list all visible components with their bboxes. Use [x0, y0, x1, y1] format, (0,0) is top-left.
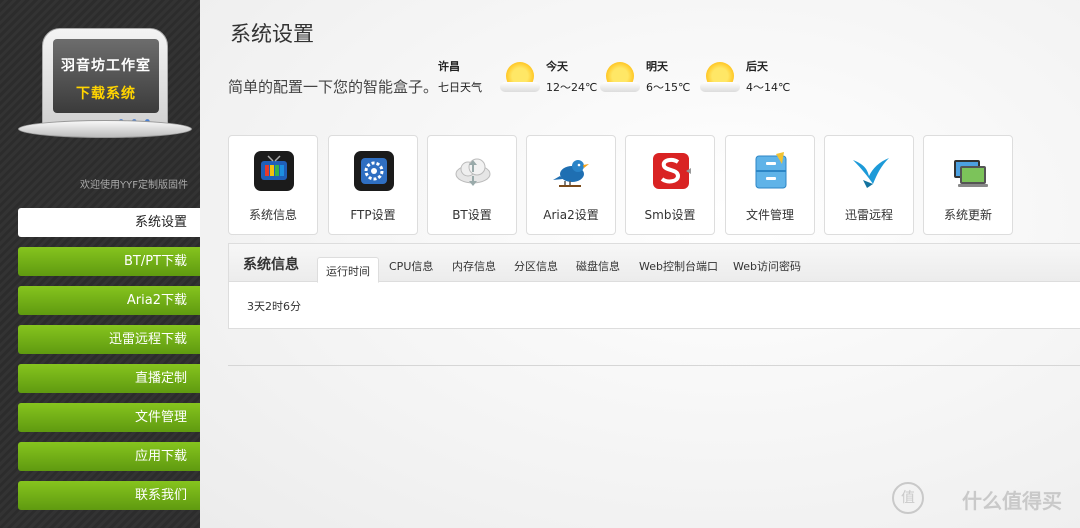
smb-icon: [653, 153, 691, 189]
tile-system-info[interactable]: 系统信息: [228, 135, 318, 235]
watermark-text: 什么值得买: [962, 489, 1062, 513]
cloud-shape: [700, 82, 740, 92]
tv-logo-screen: 羽音坊工作室 下载系统: [53, 39, 159, 113]
sidebar-item-live-custom[interactable]: 直播定制: [18, 364, 201, 393]
tile-ftp-settings[interactable]: FTP设置: [328, 135, 418, 235]
tile-smb-settings[interactable]: Smb设置: [625, 135, 715, 235]
uptime-value: 3天2时6分: [247, 300, 301, 313]
weather-day-name: 明天: [646, 60, 668, 73]
main-content: 系统设置 简单的配置一下您的智能盒子。 许昌 七日天气 今天 12～24℃ 明天…: [200, 0, 1080, 528]
cloud-icon: [455, 158, 491, 186]
logo-line2: 下载系统: [76, 86, 136, 102]
weather-day-today: 今天 12～24℃: [500, 58, 606, 98]
page-title: 系统设置: [230, 22, 314, 46]
divider: [228, 365, 1080, 366]
update-icon: [954, 160, 988, 187]
tab-disk-info[interactable]: 磁盘信息: [576, 258, 620, 274]
tile-label: BT设置: [452, 208, 492, 222]
cloud-shape: [500, 82, 540, 92]
weather-day-tomorrow: 明天 6～15℃: [600, 58, 706, 98]
tab-web-console-port[interactable]: Web控制台端口: [639, 258, 718, 274]
tile-system-update[interactable]: 系统更新: [923, 135, 1013, 235]
sidebar-item-system-settings[interactable]: 系统设置: [18, 208, 201, 237]
sidebar: 羽音坊工作室 下载系统 ● ● ● 欢迎使用YYF定制版固件 系统设置 BT/P…: [0, 0, 201, 528]
tab-memory-info[interactable]: 内存信息: [452, 258, 496, 274]
sidebar-item-app-download[interactable]: 应用下载: [18, 442, 201, 471]
tab-cpu-info[interactable]: CPU信息: [389, 258, 433, 274]
weather-day-temp: 12～24℃: [546, 81, 598, 94]
tile-label: Smb设置: [644, 208, 696, 222]
thunder-bird-icon: [853, 158, 889, 188]
tv-logo-body: 羽音坊工作室 下载系统 ● ● ●: [42, 28, 168, 132]
cloud-shape: [600, 82, 640, 92]
weather-day-temp: 6～15℃: [646, 81, 691, 94]
weather-city: 许昌: [438, 60, 460, 73]
sidebar-item-file-manager[interactable]: 文件管理: [18, 403, 201, 432]
watermark-logo-icon: 值: [892, 482, 924, 514]
weather-day-temp: 4～14℃: [746, 81, 791, 94]
gear-icon: [354, 151, 394, 191]
weather-day-after-tomorrow: 后天 4～14℃: [700, 58, 806, 98]
folder-icon: [755, 152, 787, 189]
logo: 羽音坊工作室 下载系统 ● ● ●: [18, 22, 192, 140]
system-info-panel: 系统信息 运行时间 CPU信息 内存信息 分区信息 磁盘信息 Web控制台端口 …: [228, 243, 1080, 329]
tile-label: FTP设置: [350, 208, 396, 222]
welcome-text: 欢迎使用YYF定制版固件: [80, 180, 188, 191]
weather-day-name: 今天: [546, 60, 568, 73]
page-subtitle: 简单的配置一下您的智能盒子。: [228, 78, 439, 96]
panel-title: 系统信息: [243, 257, 299, 273]
tile-label: Aria2设置: [543, 208, 599, 222]
tv-info-icon: [254, 151, 294, 191]
weather-day-name: 后天: [746, 60, 768, 73]
tile-label: 迅雷远程: [844, 208, 893, 222]
tile-aria2-settings[interactable]: Aria2设置: [526, 135, 616, 235]
sidebar-item-aria2-download[interactable]: Aria2下载: [18, 286, 201, 315]
tile-thunder-remote[interactable]: 迅雷远程: [824, 135, 914, 235]
panel-header: 系统信息 运行时间 CPU信息 内存信息 分区信息 磁盘信息 Web控制台端口 …: [229, 244, 1080, 283]
sidebar-item-thunder-remote[interactable]: 迅雷远程下载: [18, 325, 201, 354]
tile-label: 文件管理: [745, 208, 794, 222]
tile-file-manager[interactable]: 文件管理: [725, 135, 815, 235]
tile-label: 系统信息: [248, 208, 297, 222]
tv-logo-base: [18, 120, 192, 138]
bird-icon: [553, 160, 589, 187]
tab-partition-info[interactable]: 分区信息: [514, 258, 558, 274]
tab-uptime[interactable]: 运行时间: [317, 257, 379, 283]
tile-bt-settings[interactable]: BT设置: [427, 135, 517, 235]
sidebar-menu: 系统设置 BT/PT下载 Aria2下载 迅雷远程下载 直播定制 文件管理 应用…: [18, 208, 201, 520]
tab-web-password[interactable]: Web访问密码: [733, 258, 801, 274]
weather-label: 七日天气: [438, 81, 482, 94]
logo-line1: 羽音坊工作室: [61, 58, 151, 74]
sidebar-item-contact-us[interactable]: 联系我们: [18, 481, 201, 510]
tile-label: 系统更新: [943, 208, 992, 222]
sidebar-item-bt-pt-download[interactable]: BT/PT下载: [18, 247, 201, 276]
